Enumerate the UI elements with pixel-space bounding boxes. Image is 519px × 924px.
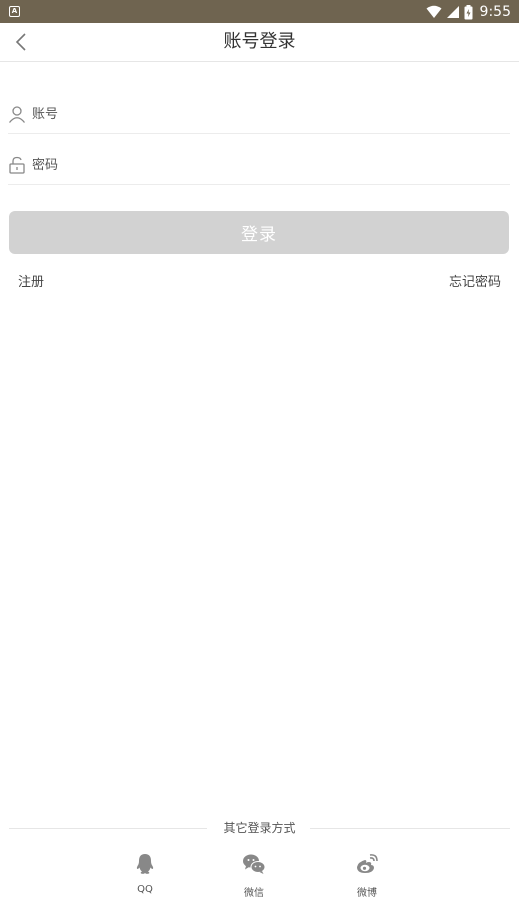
weibo-icon	[357, 854, 378, 873]
title-bar: 账号登录	[0, 23, 519, 62]
weibo-login-button[interactable]: 微博	[337, 852, 397, 899]
signal-icon	[446, 6, 459, 18]
wechat-label: 微信	[244, 888, 264, 899]
status-time: 9:55	[479, 4, 511, 20]
qq-label: QQ	[137, 884, 153, 895]
weibo-label: 微博	[357, 888, 377, 899]
password-field	[8, 148, 510, 185]
divider-line-right	[310, 828, 510, 829]
forgot-password-link[interactable]: 忘记密码	[449, 271, 501, 290]
wechat-icon	[243, 854, 266, 874]
qq-icon	[136, 854, 154, 874]
status-bar: A 9:55	[0, 0, 519, 23]
wifi-icon	[426, 5, 442, 18]
user-icon	[8, 106, 26, 123]
battery-icon	[464, 4, 473, 19]
register-link[interactable]: 注册	[18, 271, 44, 290]
login-button[interactable]: 登录	[9, 211, 509, 254]
account-field	[8, 97, 510, 134]
other-login-divider: 其它登录方式	[9, 820, 510, 836]
status-icons: 9:55	[426, 2, 511, 22]
page-title: 账号登录	[223, 31, 296, 52]
wechat-login-button[interactable]: 微信	[224, 852, 284, 899]
account-input[interactable]	[32, 101, 492, 127]
password-input[interactable]	[32, 152, 492, 178]
qq-login-button[interactable]: QQ	[115, 852, 175, 895]
notification-app-icon: A	[9, 6, 20, 17]
lock-icon	[9, 156, 25, 174]
